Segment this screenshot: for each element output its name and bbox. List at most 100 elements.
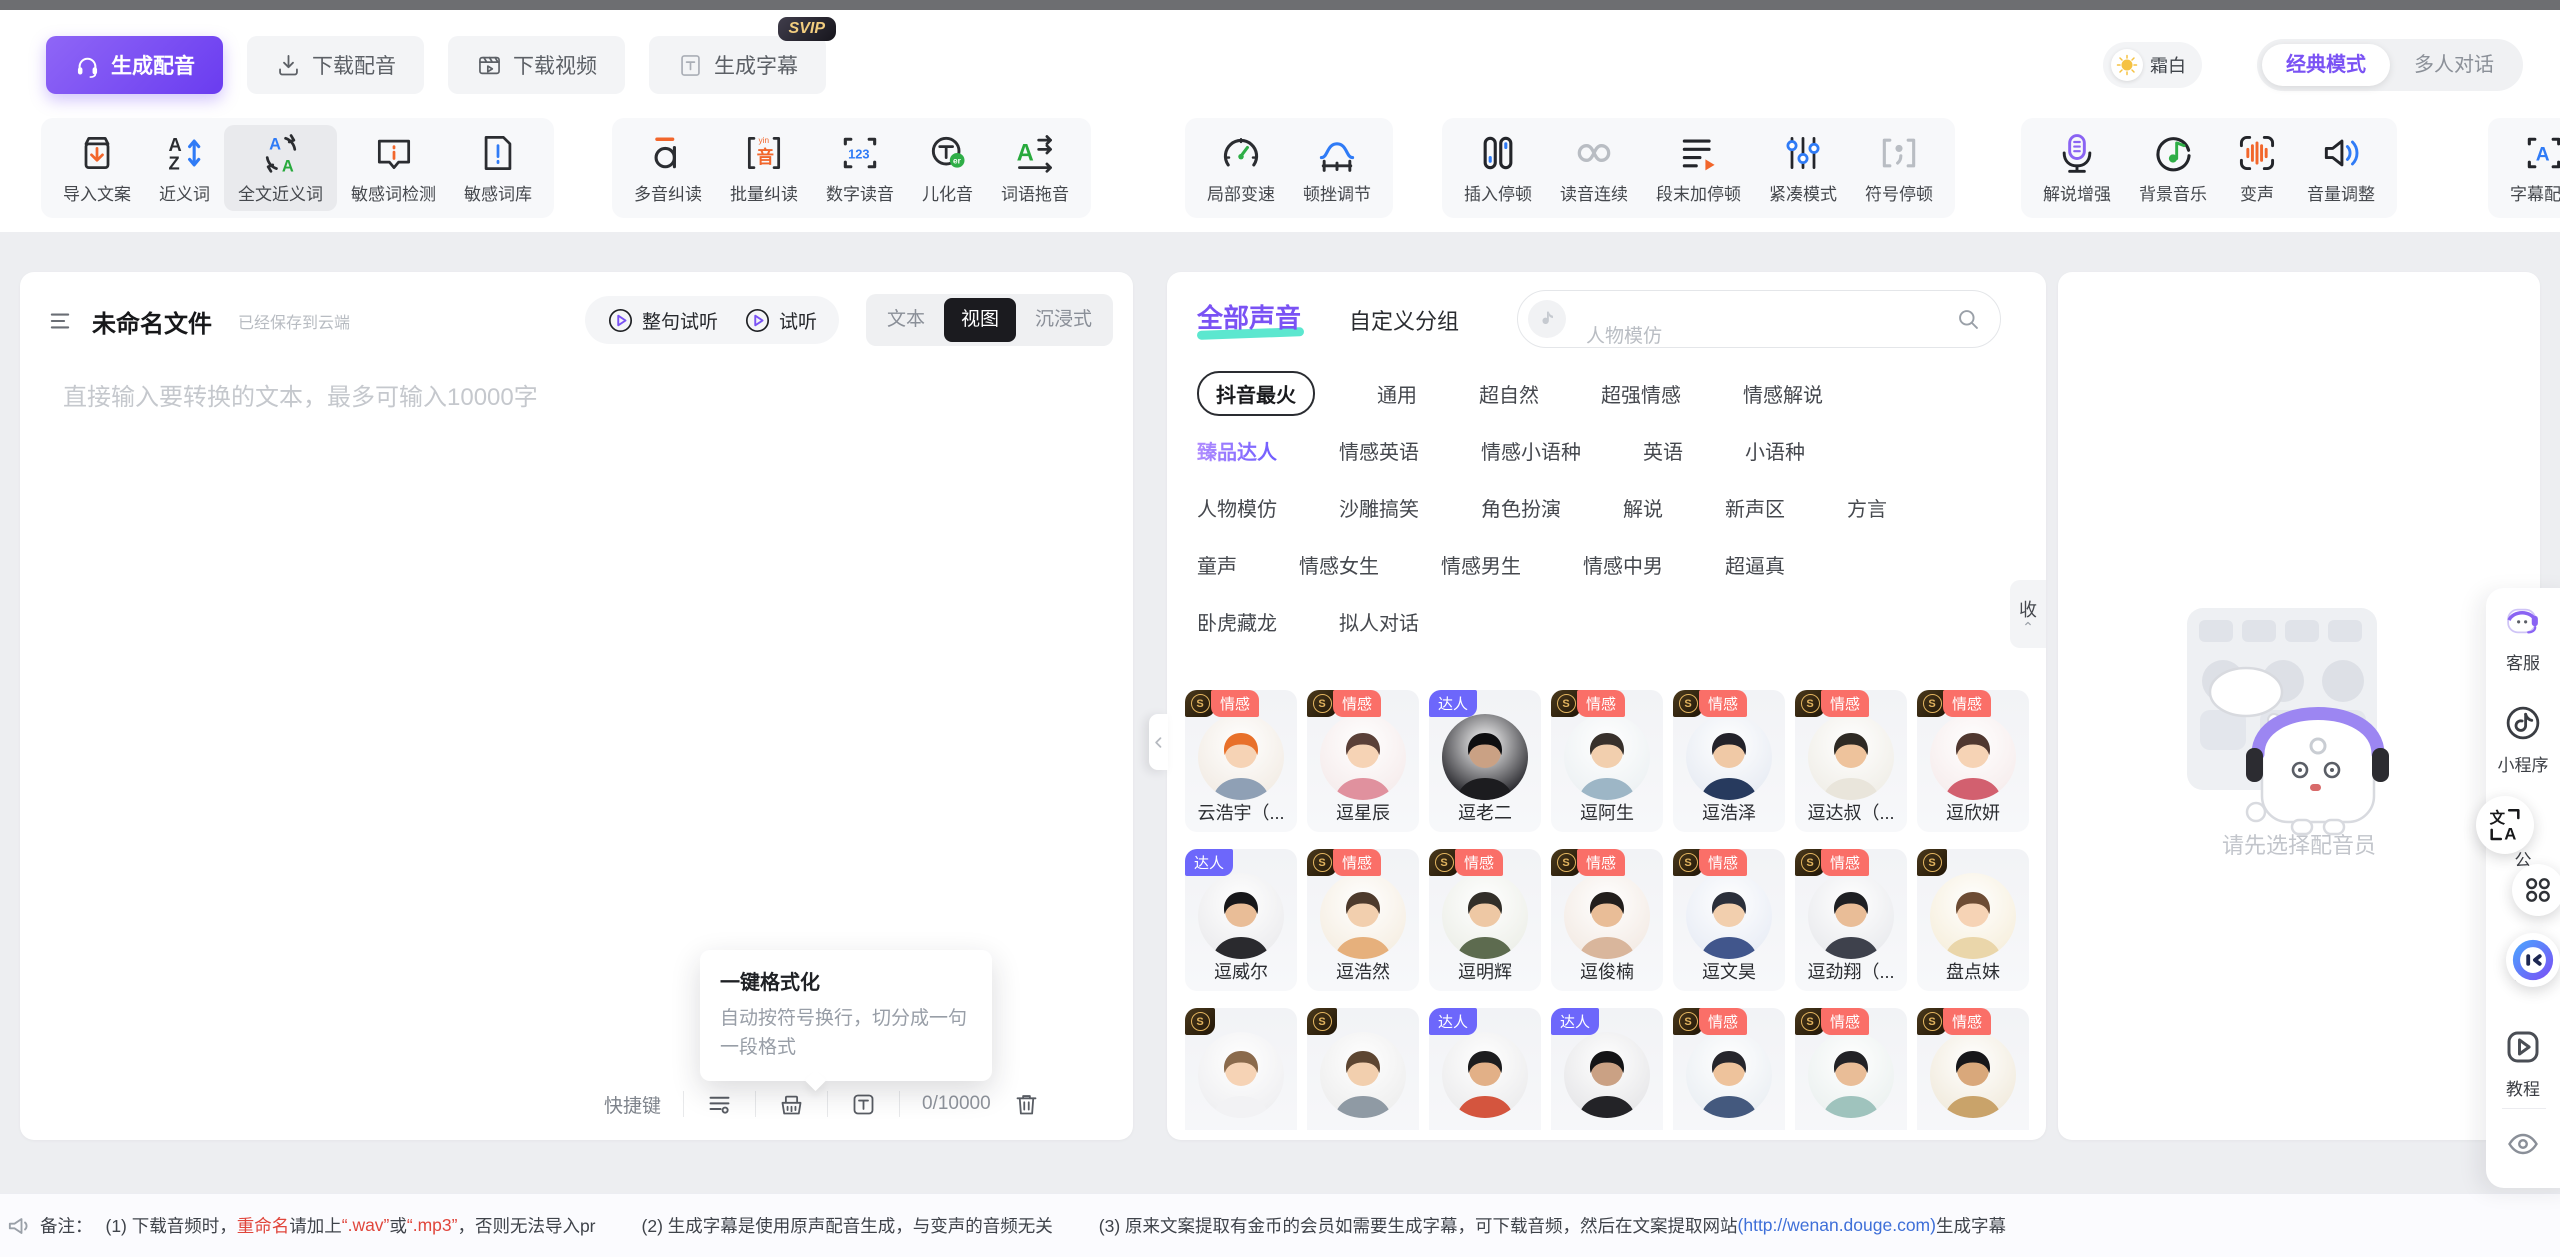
- menu-icon[interactable]: [46, 307, 74, 335]
- voice-card-hidden-16[interactable]: 达人: [1429, 1008, 1541, 1130]
- tool-word-drag[interactable]: A词语拖音: [987, 125, 1083, 211]
- voice-card-逗文昊[interactable]: S情感逗文昊: [1673, 849, 1785, 991]
- tool-import-doc[interactable]: 导入文案: [49, 125, 145, 211]
- category-卧虎藏龙[interactable]: 卧虎藏龙: [1197, 607, 1277, 636]
- tool-polyphonic[interactable]: 多音纠读: [620, 125, 716, 211]
- tool-volume[interactable]: 音量调整: [2293, 125, 2389, 211]
- voice-search-input[interactable]: 人物模仿 人物模仿: [1517, 290, 2001, 348]
- voice-card-逗老二[interactable]: 达人逗老二: [1429, 690, 1541, 832]
- tool-sensitive-detect[interactable]: 敏感词检测: [337, 125, 450, 211]
- voice-card-hidden-18[interactable]: S情感: [1673, 1008, 1785, 1130]
- sidebar-item-客服[interactable]: 客服: [2486, 600, 2560, 674]
- mode-tab-1[interactable]: 多人对话: [2390, 44, 2518, 86]
- sidebar-item-教程[interactable]: 教程: [2486, 1026, 2560, 1100]
- tool-speed[interactable]: 局部变速: [1193, 125, 1289, 211]
- mode-tab-0[interactable]: 经典模式: [2262, 44, 2390, 86]
- voice-card-逗星辰[interactable]: S情感逗星辰: [1307, 690, 1419, 832]
- voice-card-hidden-19[interactable]: S情感: [1795, 1008, 1907, 1130]
- tool-fulltext-synonym[interactable]: AA全文近义词: [224, 125, 337, 211]
- tool-voice-change[interactable]: 变声: [2221, 125, 2293, 211]
- batch-correct-icon: 音yin: [742, 131, 786, 175]
- category-情感英语[interactable]: 情感英语: [1339, 436, 1419, 465]
- translate-floating-button[interactable]: 文A: [2476, 796, 2534, 854]
- text-style-button[interactable]: [850, 1091, 877, 1118]
- tool-bgm[interactable]: 背景音乐: [2125, 125, 2221, 211]
- category-情感小语种[interactable]: 情感小语种: [1481, 436, 1581, 465]
- tool-sensitive-lib[interactable]: 敏感词库: [450, 125, 546, 211]
- category-通用[interactable]: 通用: [1377, 379, 1417, 408]
- voice-card-逗威尔[interactable]: 达人逗威尔: [1185, 849, 1297, 991]
- tool-narrate[interactable]: 解说增强: [2029, 125, 2125, 211]
- tool-erhua[interactable]: er儿化音: [908, 125, 987, 211]
- category-拟人对话[interactable]: 拟人对话: [1339, 607, 1419, 636]
- voice-card-hidden-20[interactable]: S情感: [1917, 1008, 2029, 1130]
- category-方言[interactable]: 方言: [1847, 493, 1887, 522]
- document-title[interactable]: 未命名文件: [92, 304, 212, 339]
- tool-insert-pause[interactable]: 插入停顿: [1450, 125, 1546, 211]
- category-小语种[interactable]: 小语种: [1745, 436, 1805, 465]
- voice-card-hidden-14[interactable]: S: [1185, 1008, 1297, 1130]
- voice-card-hidden-17[interactable]: 达人: [1551, 1008, 1663, 1130]
- collapse-categories-button[interactable]: 收 ⌃: [2010, 580, 2046, 648]
- sidebar-item-小程序[interactable]: 小程序: [2486, 702, 2560, 776]
- category-童声[interactable]: 童声: [1197, 550, 1237, 579]
- voice-card-逗明辉[interactable]: S情感逗明辉: [1429, 849, 1541, 991]
- voice-card-逗浩然[interactable]: S情感逗浩然: [1307, 849, 1419, 991]
- tool-digit[interactable]: 123数字读音: [812, 125, 908, 211]
- category-解说[interactable]: 解说: [1623, 493, 1663, 522]
- category-新声区[interactable]: 新声区: [1725, 493, 1785, 522]
- theme-toggle[interactable]: 霜白: [2103, 42, 2202, 88]
- voice-card-逗欣妍[interactable]: S情感逗欣妍: [1917, 690, 2029, 832]
- listen-sentence-button[interactable]: 整句试听: [607, 307, 718, 334]
- category-角色扮演[interactable]: 角色扮演: [1481, 493, 1561, 522]
- topbar-button-generate-subtitle[interactable]: 生成字幕SVIP: [649, 36, 826, 94]
- shortcut-button[interactable]: 快捷键: [604, 1091, 661, 1118]
- listen-button[interactable]: 试听: [744, 307, 817, 334]
- tool-para-pause[interactable]: 段末加停顿: [1642, 125, 1755, 211]
- category-超强情感[interactable]: 超强情感: [1601, 379, 1681, 408]
- format-button[interactable]: [706, 1091, 733, 1118]
- tab-custom-groups[interactable]: 自定义分组: [1349, 304, 1459, 336]
- tool-subtitle[interactable]: A字幕配音: [2496, 125, 2560, 211]
- voice-card-逗浩泽[interactable]: S情感逗浩泽: [1673, 690, 1785, 832]
- category-超自然[interactable]: 超自然: [1479, 379, 1539, 408]
- voices-collapse-handle[interactable]: [1149, 714, 1168, 770]
- tab-all-voices[interactable]: 全部声音: [1197, 298, 1301, 335]
- topbar-button-download-video[interactable]: 下载视频: [448, 36, 625, 94]
- tool-continuous[interactable]: 读音连续: [1546, 125, 1642, 211]
- search-icon[interactable]: [1955, 306, 1982, 333]
- ai-assistant-floating-button[interactable]: [2506, 933, 2560, 987]
- category-情感女生[interactable]: 情感女生: [1299, 550, 1379, 579]
- tool-symbol-pause[interactable]: 符号停顿: [1851, 125, 1947, 211]
- category-情感解说[interactable]: 情感解说: [1743, 379, 1823, 408]
- note-segment[interactable]: (http://wenan.douge.com): [1738, 1215, 1936, 1236]
- clean-button[interactable]: [778, 1091, 805, 1118]
- topbar-button-generate-voice[interactable]: 生成配音: [46, 36, 223, 94]
- voice-card-云浩宇（...[interactable]: S情感云浩宇（...: [1185, 690, 1297, 832]
- trash-button[interactable]: [1013, 1091, 1040, 1118]
- tool-cadence[interactable]: 顿挫调节: [1289, 125, 1385, 211]
- view-tab-1[interactable]: 视图: [944, 298, 1016, 342]
- category-情感中男[interactable]: 情感中男: [1583, 550, 1663, 579]
- category-超逼真[interactable]: 超逼真: [1725, 550, 1785, 579]
- voice-card-逗劲翔（...[interactable]: S情感逗劲翔（...: [1795, 849, 1907, 991]
- view-tab-0[interactable]: 文本: [870, 298, 942, 342]
- category-抖音最火[interactable]: 抖音最火: [1197, 371, 1315, 416]
- category-臻品达人[interactable]: 臻品达人: [1197, 436, 1277, 465]
- category-情感男生[interactable]: 情感男生: [1441, 550, 1521, 579]
- eye-toggle[interactable]: [2486, 1126, 2560, 1162]
- category-沙雕搞笑[interactable]: 沙雕搞笑: [1339, 493, 1419, 522]
- voice-card-逗阿生[interactable]: S情感逗阿生: [1551, 690, 1663, 832]
- app-grid-floating-button[interactable]: [2512, 864, 2560, 916]
- tool-batch-correct[interactable]: 音yin批量纠读: [716, 125, 812, 211]
- voice-card-逗俊楠[interactable]: S情感逗俊楠: [1551, 849, 1663, 991]
- category-人物模仿[interactable]: 人物模仿: [1197, 493, 1277, 522]
- voice-card-盘点妹[interactable]: S盘点妹: [1917, 849, 2029, 991]
- category-英语[interactable]: 英语: [1643, 436, 1683, 465]
- voice-card-hidden-15[interactable]: S: [1307, 1008, 1419, 1130]
- tool-compact[interactable]: 紧凑模式: [1755, 125, 1851, 211]
- voice-card-逗达叔（...[interactable]: S情感逗达叔（...: [1795, 690, 1907, 832]
- topbar-button-download-audio[interactable]: 下载配音: [247, 36, 424, 94]
- view-tab-2[interactable]: 沉浸式: [1018, 298, 1109, 342]
- tool-synonym[interactable]: AZ近义词: [145, 125, 224, 211]
